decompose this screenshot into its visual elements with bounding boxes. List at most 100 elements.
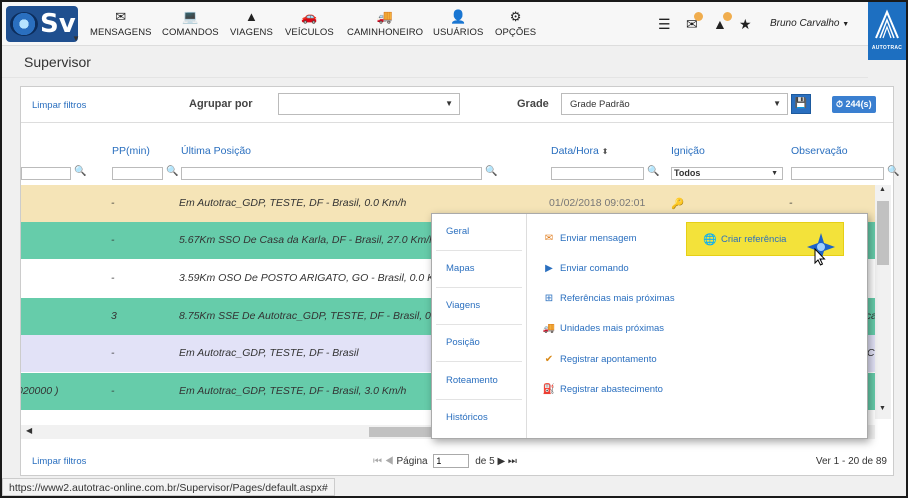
- key-icon: 🔑: [671, 198, 685, 210]
- truck-icon: 🚚: [376, 9, 394, 24]
- register-fuel-item[interactable]: ⛽ Registrar abastecimento: [542, 384, 663, 395]
- next-page-icon[interactable]: ▶: [497, 456, 505, 467]
- nav-viagens[interactable]: ▲ VIAGENS: [230, 9, 273, 39]
- send-message-item[interactable]: ✉ Enviar mensagem: [542, 233, 637, 244]
- cell-position: 3.59Km OSO De POSTO ARIGATO, GO - Brasil…: [179, 272, 452, 284]
- tab-viagens[interactable]: Viagens: [436, 288, 522, 325]
- cell-observation: C: [867, 347, 875, 359]
- col-observation[interactable]: Observação: [791, 145, 848, 157]
- col-datetime[interactable]: Data/Hora ⬍: [551, 145, 608, 157]
- cogs-icon: ⚙: [509, 9, 522, 24]
- col-ignition[interactable]: Ignição: [671, 145, 705, 157]
- nav-opcoes[interactable]: ⚙ OPÇÕES: [495, 9, 536, 39]
- list-icon[interactable]: ☰: [658, 16, 671, 33]
- scroll-thumb[interactable]: [877, 201, 889, 265]
- filter-input[interactable]: [181, 167, 482, 180]
- nearby-units-item[interactable]: 🚚 Unidades mais próximas: [542, 323, 664, 334]
- user-menu[interactable]: Bruno Carvalho ▼: [770, 18, 849, 29]
- tab-historicos[interactable]: Históricos: [436, 400, 522, 437]
- messages-alert-icon[interactable]: ✉: [686, 12, 703, 33]
- nav-label: VIAGENS: [230, 27, 273, 38]
- logo-caret-icon[interactable]: ▼: [72, 34, 80, 43]
- search-icon[interactable]: 🔍: [485, 166, 497, 177]
- row-context-menu: Geral Mapas Viagens Posição Roteamento H…: [431, 213, 868, 439]
- cell-datetime: 01/02/2018 09:02:01: [549, 197, 646, 209]
- nav-comandos[interactable]: 💻 COMANDOS: [162, 9, 219, 39]
- last-page-icon[interactable]: ⏭: [508, 456, 517, 467]
- search-icon[interactable]: 🔍: [887, 166, 899, 177]
- nearby-units-icon: 🚚: [542, 323, 556, 334]
- mouse-cursor-icon: [814, 248, 826, 266]
- group-by-label: Agrupar por: [189, 98, 253, 110]
- browser-status-bar: https://www2.autotrac-online.com.br/Supe…: [2, 478, 335, 496]
- cell-observation: -: [789, 197, 793, 209]
- filter-input[interactable]: [791, 167, 884, 180]
- item-label: Unidades mais próximas: [560, 323, 665, 334]
- nav-label: COMANDOS: [162, 27, 219, 38]
- tab-roteamento[interactable]: Roteamento: [436, 363, 522, 400]
- search-icon[interactable]: 🔍: [166, 166, 178, 177]
- command-send-icon: ▶: [545, 263, 553, 274]
- context-tabs: Geral Mapas Viagens Posição Roteamento H…: [432, 214, 527, 438]
- clear-filters-link[interactable]: Limpar filtros: [32, 456, 86, 467]
- group-by-select[interactable]: ▼: [278, 93, 460, 115]
- tab-geral[interactable]: Geral: [436, 214, 522, 251]
- grid-select[interactable]: Grade Padrão ▼: [561, 93, 788, 115]
- search-icon[interactable]: 🔍: [74, 166, 86, 177]
- brand-text: AUTOTRAC: [871, 45, 903, 51]
- col-pp[interactable]: PP(min): [112, 145, 150, 157]
- range-info: Ver 1 - 20 de 89: [815, 456, 887, 467]
- page-header: Supervisor: [2, 46, 868, 78]
- filter-input[interactable]: [551, 167, 644, 180]
- user-name: Bruno Carvalho: [770, 18, 840, 29]
- laptop-icon: 💻: [182, 9, 199, 24]
- send-command-item[interactable]: ▶ Enviar comando: [542, 263, 629, 274]
- sort-icon: ⬍: [601, 147, 609, 156]
- chevron-down-icon: ▼: [842, 21, 850, 28]
- star-icon[interactable]: ★: [739, 16, 752, 33]
- app-logo[interactable]: Sv: [6, 6, 78, 42]
- count-badge[interactable]: ⏱ 244(s): [832, 96, 876, 113]
- envelope-send-icon: ✉: [544, 233, 554, 244]
- search-icon[interactable]: 🔍: [647, 166, 659, 177]
- floppy-icon: 💾: [794, 98, 808, 109]
- first-page-icon[interactable]: ⏮: [373, 456, 382, 467]
- col-position[interactable]: Última Posição: [181, 145, 251, 157]
- scroll-down-icon[interactable]: ▼: [879, 405, 886, 412]
- cell-left: 020000 ): [21, 385, 59, 397]
- prev-page-icon[interactable]: ◀: [385, 456, 394, 467]
- save-grid-button[interactable]: 💾: [791, 94, 811, 114]
- ignition-filter-value: Todos: [674, 168, 701, 178]
- ignition-filter-select[interactable]: Todos ▼: [671, 167, 783, 180]
- user-icon: 👤: [450, 9, 467, 24]
- scroll-left-icon[interactable]: ◀: [26, 426, 32, 435]
- warning-icon[interactable]: ▲: [713, 12, 732, 32]
- nav-caminhoneiro[interactable]: 🚚 CAMINHONEIRO: [347, 9, 423, 39]
- filter-input[interactable]: [21, 167, 71, 180]
- filter-bar: Limpar filtros Agrupar por ▼ Grade Grade…: [21, 87, 893, 123]
- cell-pp: 3: [111, 310, 117, 322]
- scroll-thumb[interactable]: [369, 427, 439, 437]
- page-of-label: de 5: [475, 456, 495, 467]
- pager: ⏮ ◀ Página de 5 ▶ ⏭: [373, 454, 517, 468]
- tab-posicao[interactable]: Posição: [436, 325, 522, 362]
- filter-input[interactable]: [112, 167, 163, 180]
- chevron-down-icon: ▼: [773, 99, 781, 108]
- vertical-scrollbar[interactable]: ▲ ▼: [875, 185, 891, 419]
- nav-usuarios[interactable]: 👤 USUÁRIOS: [433, 9, 483, 39]
- road-icon: ▲: [244, 9, 258, 24]
- nearby-references-item[interactable]: ⊞ Referências mais próximas: [542, 293, 675, 304]
- cell-pp: -: [111, 347, 115, 359]
- nav-mensagens[interactable]: ✉ MENSAGENS: [90, 10, 152, 39]
- logo-text: Sv: [40, 9, 76, 39]
- page-title: Supervisor: [24, 54, 91, 70]
- scroll-up-icon[interactable]: ▲: [879, 186, 886, 193]
- grid-value: Grade Padrão: [570, 99, 630, 110]
- clear-filters-link[interactable]: Limpar filtros: [32, 100, 86, 111]
- page-input[interactable]: [433, 454, 470, 468]
- register-note-item[interactable]: ✔ Registrar apontamento: [542, 354, 657, 365]
- tab-mapas[interactable]: Mapas: [436, 251, 522, 288]
- col-datetime-label: Data/Hora: [551, 145, 599, 157]
- cell-position: Em Autotrac_GDP, TESTE, DF - Brasil, 0.0…: [179, 197, 407, 209]
- nav-veiculos[interactable]: 🚗 VEÍCULOS: [285, 10, 334, 39]
